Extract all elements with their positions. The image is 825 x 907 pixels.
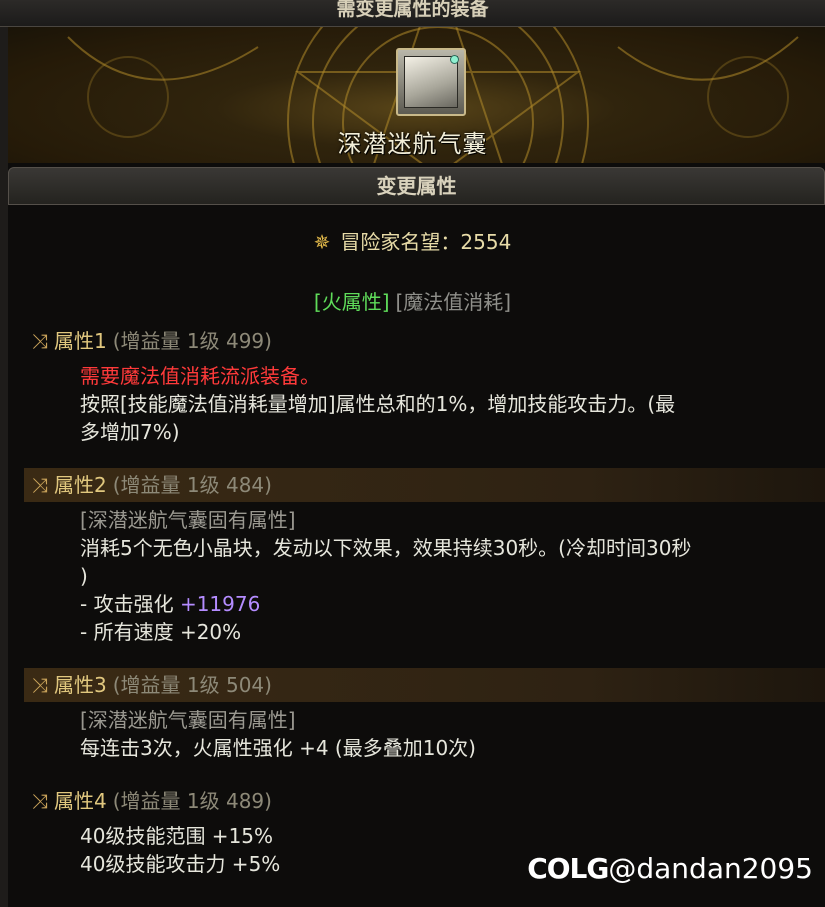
attribute-tags: [火属性] [魔法值消耗] bbox=[0, 286, 825, 315]
attribute-2-line-3: ) bbox=[80, 564, 88, 588]
equipment-header: 需变更属性的装备 bbox=[0, 0, 825, 27]
fame-crest-icon: ✵ bbox=[313, 230, 331, 254]
attribute-meta: (增益量 1级 489) bbox=[112, 789, 272, 813]
adventurer-fame: ✵ 冒险家名望：2554 bbox=[0, 226, 825, 255]
watermark: COLG@dandan2095 bbox=[527, 852, 813, 885]
attribute-row-1[interactable]: ⤨ 属性1 (增益量 1级 499) bbox=[24, 324, 825, 358]
shuffle-icon: ⤨ bbox=[32, 329, 48, 353]
attribute-2-line-2: 消耗5个无色小晶块，发动以下效果，效果持续30秒。(冷却时间30秒 bbox=[80, 536, 692, 560]
attribute-name: 属性4 bbox=[54, 789, 107, 813]
fame-text: 冒险家名望：2554 bbox=[340, 230, 512, 254]
stat-value: +20% bbox=[179, 620, 242, 644]
shuffle-icon: ⤨ bbox=[32, 673, 48, 697]
attribute-name: 属性3 bbox=[54, 673, 107, 697]
item-icon-badge bbox=[450, 55, 459, 64]
equipment-header-title: 需变更属性的装备 bbox=[336, 0, 489, 20]
attribute-1-line-3: 多增加7%) bbox=[80, 420, 180, 444]
attribute-meta: (增益量 1级 499) bbox=[112, 329, 272, 353]
colg-logo: COLG bbox=[527, 852, 609, 885]
attribute-2-line-5: - 所有速度 +20% bbox=[80, 618, 780, 646]
item-name: 深潜迷航气囊 bbox=[337, 130, 488, 158]
attribute-row-2[interactable]: ⤨ 属性2 (增益量 1级 484) bbox=[24, 468, 825, 502]
stat-value: +11976 bbox=[179, 592, 261, 616]
shuffle-icon: ⤨ bbox=[32, 789, 48, 813]
attribute-row-4[interactable]: ⤨ 属性4 (增益量 1级 489) bbox=[24, 784, 825, 818]
attribute-1-line-2: 按照[技能魔法值消耗量增加]属性总和的1%，增加技能攻击力。(最 bbox=[80, 392, 676, 416]
attribute-2-line-1: [深潜迷航气囊固有属性] bbox=[80, 508, 296, 532]
attribute-3-line-1: [深潜迷航气囊固有属性] bbox=[80, 708, 296, 732]
attribute-1-line-1: 需要魔法值消耗流派装备。 bbox=[80, 364, 320, 388]
fire-attribute-tag: [火属性] bbox=[313, 290, 390, 314]
airbag-item-icon[interactable] bbox=[396, 48, 466, 116]
attribute-4-line-1: 40级技能范围 +15% bbox=[80, 824, 274, 848]
attribute-2-line-4: - 攻击强化 +11976 bbox=[80, 590, 780, 618]
stat-label: - 攻击强化 bbox=[80, 592, 180, 616]
attribute-name: 属性1 bbox=[54, 329, 107, 353]
shuffle-icon: ⤨ bbox=[32, 473, 48, 497]
attribute-meta: (增益量 1级 484) bbox=[112, 473, 272, 497]
attribute-row-3[interactable]: ⤨ 属性3 (增益量 1级 504) bbox=[24, 668, 825, 702]
change-attribute-title: 变更属性 bbox=[376, 174, 457, 198]
attribute-name: 属性2 bbox=[54, 473, 107, 497]
attribute-3-line-2: 每连击3次，火属性强化 +4 (最多叠加10次) bbox=[80, 736, 476, 760]
attribute-meta: (增益量 1级 504) bbox=[112, 673, 272, 697]
stat-label: - 所有速度 bbox=[80, 620, 180, 644]
watermark-handle: @dandan2095 bbox=[608, 852, 813, 885]
item-icon-image bbox=[404, 56, 458, 108]
change-attribute-section: 变更属性 bbox=[8, 167, 825, 205]
mana-cost-tag: [魔法值消耗] bbox=[395, 290, 512, 314]
